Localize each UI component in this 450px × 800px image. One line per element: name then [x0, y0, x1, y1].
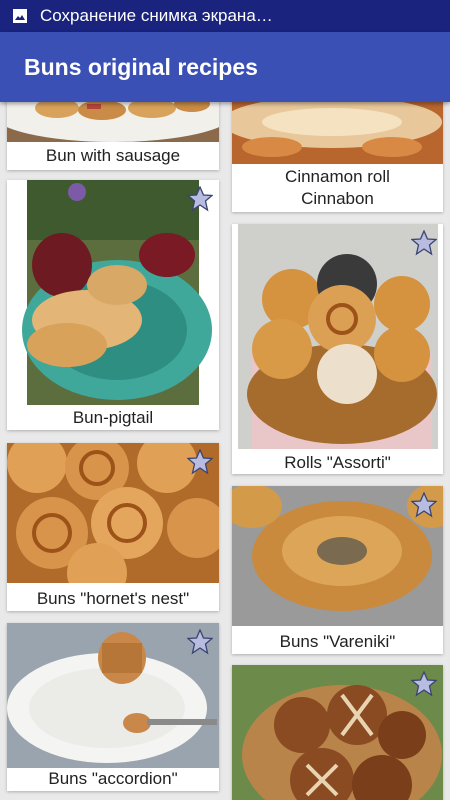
recipe-title: Cinnamon roll Cinnabon — [285, 167, 390, 208]
image-icon — [13, 9, 27, 23]
status-bar: Сохранение снимка экрана… — [0, 0, 450, 32]
favorite-star-icon[interactable] — [187, 186, 213, 212]
recipe-card-cinnabon[interactable]: Cinnamon roll Cinnabon — [232, 102, 443, 212]
app-bar: Buns original recipes — [0, 32, 450, 102]
recipe-photo — [232, 102, 443, 164]
page-title: Buns original recipes — [24, 53, 258, 80]
favorite-star-icon[interactable] — [411, 671, 437, 697]
recipe-title: Bun with sausage — [45, 146, 181, 165]
favorite-star-icon[interactable] — [187, 449, 213, 475]
recipe-card-bun-pigtail[interactable]: Bun-pigtail — [7, 180, 219, 430]
recipe-card-vareniki[interactable]: Buns "Vareniki" — [232, 486, 443, 654]
recipe-card-rolls-assorti[interactable]: Rolls "Assorti" — [232, 224, 443, 474]
recipe-photo — [7, 102, 219, 142]
recipe-card-bun-with-sausage[interactable]: Bun with sausage — [7, 102, 219, 170]
favorite-star-icon[interactable] — [411, 492, 437, 518]
recipe-photo — [22, 180, 212, 405]
recipe-card-accordion[interactable]: Buns "accordion" — [7, 623, 219, 791]
recipe-title: Buns "Vareniki" — [279, 632, 396, 651]
favorite-star-icon[interactable] — [187, 629, 213, 655]
recipe-title: Rolls "Assorti" — [284, 453, 391, 472]
status-text: Сохранение снимка экрана… — [40, 6, 273, 25]
recipe-card-hornets-nest[interactable]: Buns "hornet's nest" — [7, 443, 219, 611]
recipe-title: Buns "hornet's nest" — [36, 589, 190, 608]
favorite-star-icon[interactable] — [411, 230, 437, 256]
recipe-title: Buns "accordion" — [48, 769, 178, 788]
recipe-grid[interactable]: Bun with sausage Bun-pigtail Buns "horne… — [0, 102, 450, 800]
recipe-photo — [238, 224, 438, 449]
recipe-title: Bun-pigtail — [72, 408, 154, 427]
recipe-card-pretzel-buns[interactable] — [232, 665, 443, 800]
